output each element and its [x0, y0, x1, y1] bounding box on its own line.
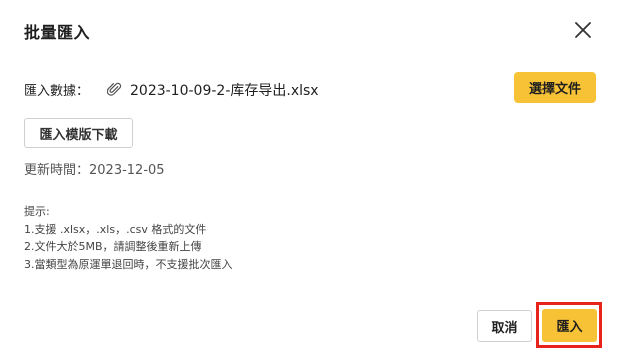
- template-updated-time: 更新時間：2023-12-05: [24, 163, 165, 178]
- tips-block: 提示: 1.支援 .xlsx，.xls，.csv 格式的文件 2.文件大於5MB…: [24, 203, 233, 273]
- choose-file-button[interactable]: 選擇文件: [514, 72, 596, 103]
- batch-import-dialog: 批量匯入 匯入數據： 2023-10-09-2-库存导出.xlsx 選擇文件 匯…: [0, 0, 618, 357]
- cancel-button[interactable]: 取消: [477, 310, 532, 342]
- paperclip-icon: [106, 82, 122, 97]
- tip-line: 2.文件大於5MB，請調整後重新上傳: [24, 240, 202, 253]
- dialog-title: 批量匯入: [24, 23, 91, 42]
- download-template-button[interactable]: 匯入模版下載: [24, 118, 133, 148]
- tip-line: 3.當類型為原運單退回時，不支援批次匯入: [24, 257, 233, 271]
- selected-file-name: 2023-10-09-2-库存导出.xlsx: [130, 83, 319, 99]
- close-icon[interactable]: [572, 19, 594, 41]
- import-data-row: 匯入數據：: [24, 78, 89, 100]
- tip-line: 1.支援 .xlsx，.xls，.csv 格式的文件: [24, 222, 207, 236]
- import-button[interactable]: 匯入: [542, 309, 597, 342]
- import-data-label: 匯入數據：: [24, 83, 90, 99]
- tips-heading: 提示:: [24, 205, 50, 218]
